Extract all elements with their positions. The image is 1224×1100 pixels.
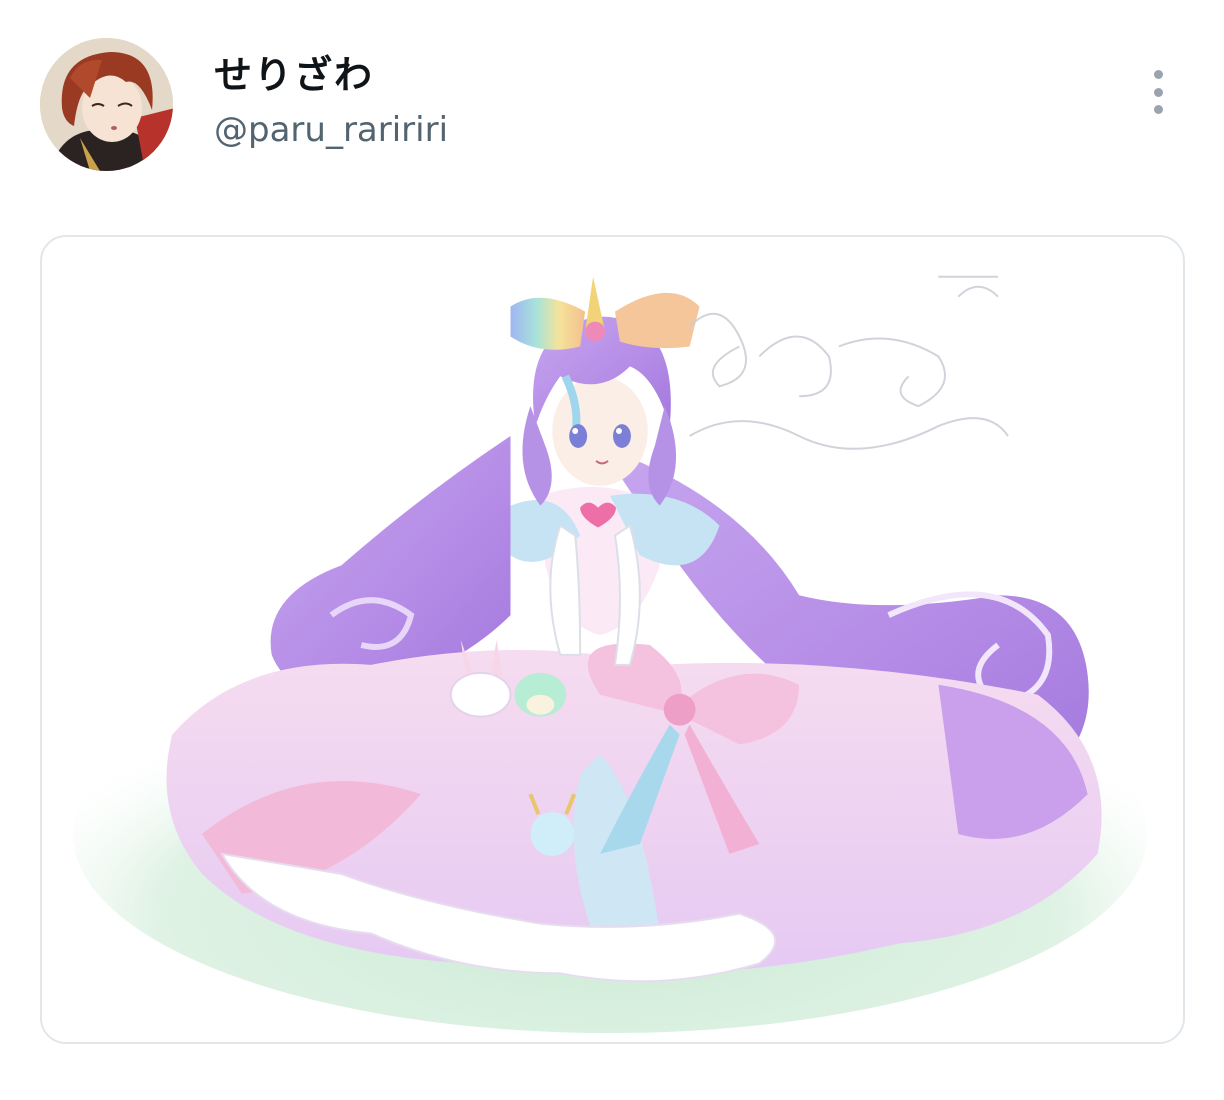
- post-media[interactable]: [40, 235, 1185, 1044]
- more-dot: [1153, 105, 1163, 114]
- author-display-name[interactable]: せりざわ: [214, 50, 374, 100]
- author-handle[interactable]: @paru_raririri: [214, 108, 448, 152]
- author-avatar[interactable]: [40, 38, 173, 171]
- avatar-image: [40, 38, 173, 171]
- more-dot: [1153, 87, 1163, 97]
- illustration-image: [42, 237, 1183, 1042]
- more-options-button[interactable]: [1140, 66, 1176, 118]
- more-vertical-icon: [1153, 70, 1163, 79]
